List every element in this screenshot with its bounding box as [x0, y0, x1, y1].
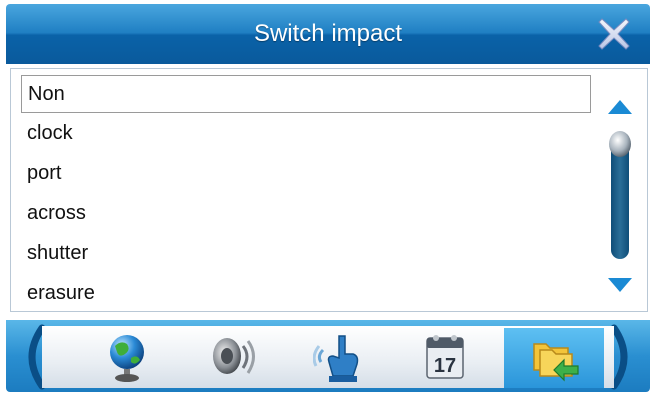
list-item[interactable]: across: [21, 195, 591, 233]
tool-globe-button[interactable]: [82, 328, 172, 388]
effect-list: Non clock port across shutter erasure: [21, 75, 591, 315]
list-item-label: Non: [28, 83, 65, 105]
scrollbar-thumb[interactable]: [607, 129, 633, 159]
calendar-icon: 17: [426, 335, 464, 379]
list-item-label: erasure: [27, 282, 95, 304]
list-item[interactable]: clock: [21, 115, 591, 153]
bottom-toolbar: 17: [6, 320, 650, 392]
tool-folder-button[interactable]: [504, 328, 604, 388]
toolbar-button-strip: 17: [42, 326, 614, 388]
scroll-knob-icon: [609, 131, 631, 157]
globe-icon: [110, 335, 144, 382]
folder-arrow-icon: [533, 343, 579, 382]
close-button[interactable]: [596, 16, 632, 52]
bracket-right-icon: [610, 324, 628, 390]
triangle-up-icon: [608, 100, 632, 114]
list-item-label: port: [27, 162, 62, 184]
effect-list-panel: Non clock port across shutter erasure: [10, 68, 648, 312]
tool-calendar-button[interactable]: 17: [400, 328, 490, 388]
switch-impact-dialog: Switch impact Non clock port across shut…: [6, 4, 650, 392]
list-item-label: clock: [27, 122, 73, 144]
speaker-icon: [213, 338, 255, 374]
list-item-label: across: [27, 202, 86, 224]
list-item[interactable]: port: [21, 155, 591, 193]
tool-sound-button[interactable]: [188, 328, 278, 388]
triangle-down-icon: [608, 278, 632, 292]
dialog-title: Switch impact: [253, 20, 403, 47]
calendar-day-text: 17: [434, 355, 456, 377]
title-bar: Switch impact: [6, 4, 650, 64]
scroll-up-button[interactable]: [607, 99, 633, 115]
scroll-down-button[interactable]: [607, 277, 633, 293]
close-x-icon: [598, 18, 630, 50]
list-item[interactable]: erasure: [21, 275, 591, 313]
list-item-label: shutter: [27, 242, 89, 264]
touch-hand-icon: [313, 335, 359, 382]
list-item[interactable]: Non: [21, 75, 591, 113]
list-item[interactable]: shutter: [21, 235, 591, 273]
tool-touch-button[interactable]: [294, 328, 384, 388]
